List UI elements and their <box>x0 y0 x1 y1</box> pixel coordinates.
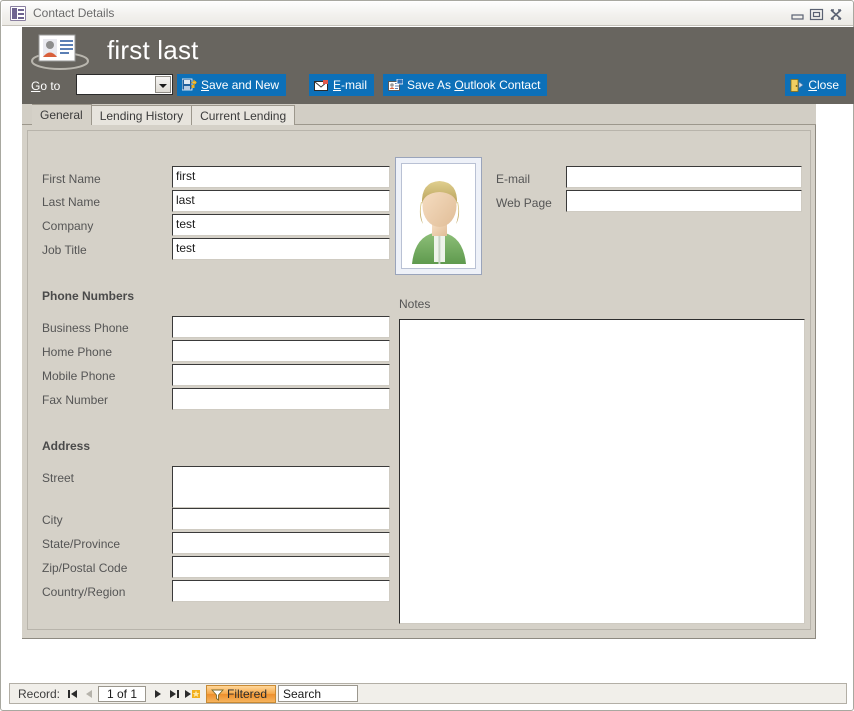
restore-button[interactable] <box>808 7 825 22</box>
label-notes: Notes <box>399 297 431 311</box>
record-navigator: Record: 1 of 1 Filtered Search <box>9 683 847 704</box>
label-business-phone: Business Phone <box>42 321 129 335</box>
input-city[interactable] <box>172 508 390 530</box>
input-fax-number[interactable] <box>172 388 390 410</box>
record-label: Record: <box>18 687 61 701</box>
goto-label: Go to <box>31 79 61 93</box>
goto-accel: G <box>31 79 41 93</box>
tab-lending-history-label: Lending History <box>99 109 184 123</box>
label-company: Company <box>42 219 94 233</box>
contact-details-window: Contact Details first last Go to Save an… <box>0 0 854 711</box>
input-street[interactable] <box>172 466 390 508</box>
chevron-down-icon[interactable] <box>155 76 171 93</box>
contact-card-icon <box>29 31 91 73</box>
form-header: first last Go to Save and New E-mail Sav… <box>22 27 854 104</box>
outlook-contact-icon <box>388 77 404 99</box>
tab-strip: General Lending History Current Lending <box>22 104 816 125</box>
contact-photo[interactable] <box>395 157 482 275</box>
tab-general[interactable]: General <box>32 104 92 125</box>
record-title: first last <box>107 35 199 65</box>
label-job-title: Job Title <box>42 243 87 257</box>
tab-general-label: General <box>40 108 83 122</box>
input-state-province[interactable] <box>172 532 390 554</box>
form-panel: First Name first Last Name last Company … <box>22 125 816 639</box>
label-country-region: Country/Region <box>42 585 126 599</box>
label-city: City <box>42 513 63 527</box>
label-home-phone: Home Phone <box>42 345 113 359</box>
input-notes[interactable] <box>399 319 805 624</box>
label-street: Street <box>42 471 75 485</box>
input-company[interactable]: test <box>172 214 390 236</box>
section-phone-numbers: Phone Numbers <box>42 289 135 303</box>
input-country-region[interactable] <box>172 580 390 602</box>
section-address: Address <box>42 439 91 453</box>
funnel-icon <box>210 689 225 706</box>
record-counter[interactable]: 1 of 1 <box>98 686 146 702</box>
label-mobile-phone: Mobile Phone <box>42 369 116 383</box>
tab-current-lending-label: Current Lending <box>200 109 287 123</box>
window-title: Contact Details <box>33 6 115 20</box>
input-business-phone[interactable] <box>172 316 390 338</box>
search-input[interactable]: Search <box>278 685 358 702</box>
label-web-page: Web Page <box>496 196 552 210</box>
close-window-button[interactable] <box>828 7 845 22</box>
tab-current-lending[interactable]: Current Lending <box>191 105 296 125</box>
email-button[interactable]: E-mail <box>309 74 375 99</box>
input-email[interactable] <box>566 166 802 188</box>
label-zip-postal-code: Zip/Postal Code <box>42 561 128 575</box>
form-close-button[interactable]: Close <box>785 74 846 96</box>
input-home-phone[interactable] <box>172 340 390 362</box>
save-new-icon <box>181 77 197 99</box>
previous-record-button[interactable] <box>82 687 97 701</box>
label-email: E-mail <box>496 172 531 186</box>
input-mobile-phone[interactable] <box>172 364 390 386</box>
input-last-name[interactable]: last <box>172 190 390 212</box>
goto-combobox[interactable] <box>76 74 173 95</box>
filter-toggle-button[interactable]: Filtered <box>206 685 277 706</box>
door-exit-icon <box>790 77 804 99</box>
save-as-outlook-contact-button[interactable]: Save As Outlook Contact <box>383 74 548 99</box>
filter-label: Filtered <box>227 687 268 701</box>
tab-lending-history[interactable]: Lending History <box>90 105 193 125</box>
input-job-title[interactable]: test <box>172 238 390 260</box>
first-record-button[interactable] <box>65 687 80 701</box>
window-titlebar: Contact Details <box>2 2 853 26</box>
input-first-name[interactable]: first <box>172 166 390 188</box>
input-zip-postal-code[interactable] <box>172 556 390 578</box>
label-last-name: Last Name <box>42 195 101 209</box>
form-icon <box>10 6 26 21</box>
label-state-province: State/Province <box>42 537 121 551</box>
next-record-button[interactable] <box>150 687 165 701</box>
new-record-button[interactable] <box>183 687 203 701</box>
label-fax-number: Fax Number <box>42 393 109 407</box>
minimize-button[interactable] <box>789 7 806 22</box>
save-and-new-button[interactable]: Save and New <box>177 74 287 99</box>
email-icon <box>314 77 329 99</box>
last-record-button[interactable] <box>167 687 182 701</box>
input-web-page[interactable] <box>566 190 802 212</box>
label-first-name: First Name <box>42 172 101 186</box>
